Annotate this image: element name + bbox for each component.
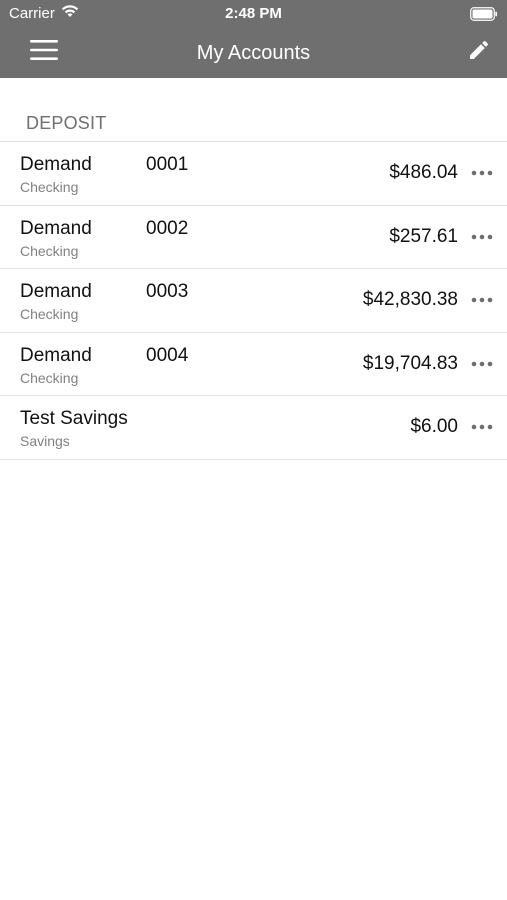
account-row[interactable]: Demand 0004 Checking $19,704.83 — [0, 332, 507, 396]
more-options-icon[interactable] — [469, 291, 495, 309]
account-balance: $19,704.83 — [362, 352, 458, 374]
account-row[interactable]: Test Savings Savings $6.00 — [0, 396, 507, 460]
account-number: 0003 — [146, 281, 189, 302]
account-name: Demand — [20, 154, 92, 175]
page-title: My Accounts — [196, 42, 311, 64]
edit-button[interactable] — [463, 36, 495, 68]
section-header-deposit: DEPOSIT — [26, 113, 107, 133]
navigation-bar: Carrier 2:48 PM My Accounts — [0, 0, 507, 78]
battery-icon — [470, 7, 498, 21]
status-time: 2:48 PM — [225, 5, 282, 22]
account-row[interactable]: Demand 0001 Checking $486.04 — [0, 142, 507, 206]
account-row[interactable]: Demand 0003 Checking $42,830.38 — [0, 269, 507, 333]
account-balance: $486.04 — [389, 162, 458, 183]
pencil-icon — [467, 38, 491, 67]
account-name: Demand — [20, 217, 92, 239]
more-options-icon[interactable] — [469, 355, 495, 373]
account-balance: $257.61 — [389, 225, 458, 247]
account-type: Checking — [20, 306, 79, 322]
account-number: 0004 — [146, 344, 189, 366]
account-type: Savings — [20, 433, 70, 449]
account-balance: $6.00 — [410, 416, 458, 437]
account-name: Demand — [20, 281, 92, 302]
account-type: Checking — [20, 242, 79, 259]
account-name: Test Savings — [20, 408, 128, 429]
account-list: Demand 0001 Checking $486.04 Demand 0002… — [0, 141, 507, 460]
account-number: 0001 — [146, 154, 189, 175]
account-type: Checking — [20, 179, 79, 195]
more-options-icon[interactable] — [469, 418, 495, 436]
more-options-icon[interactable] — [469, 164, 495, 182]
account-row[interactable]: Demand 0002 Checking $257.61 — [0, 205, 507, 269]
more-options-icon[interactable] — [469, 228, 495, 246]
account-balance: $42,830.38 — [362, 289, 458, 310]
account-name: Demand — [20, 344, 92, 366]
account-type: Checking — [20, 369, 79, 386]
account-number: 0002 — [146, 217, 189, 239]
